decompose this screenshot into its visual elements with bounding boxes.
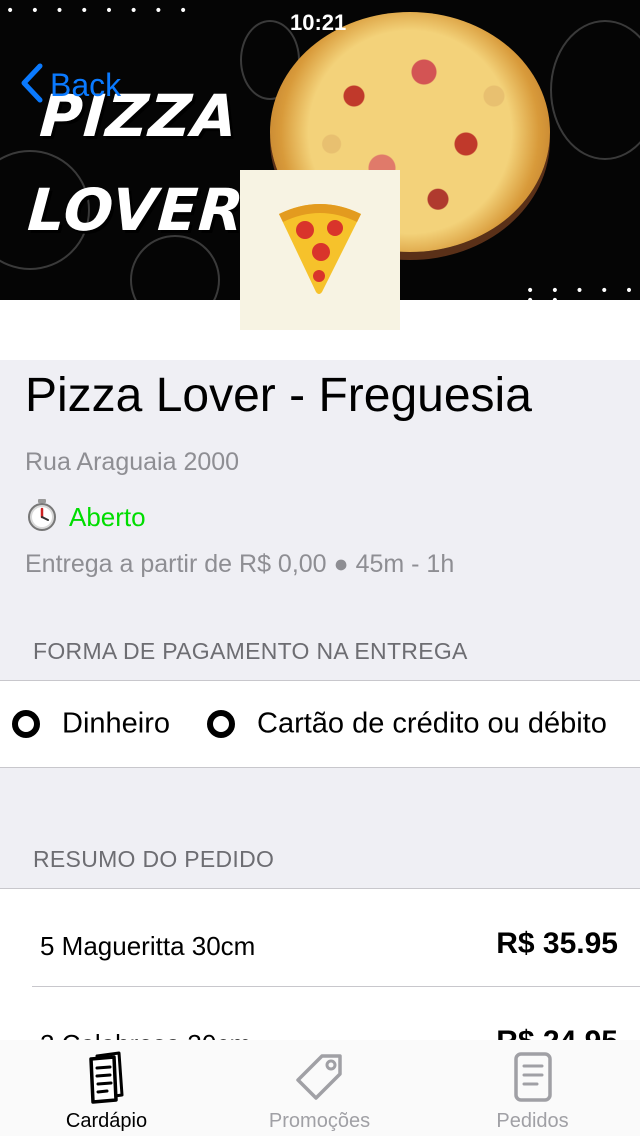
tab-label: Cardápio [65,1110,148,1132]
chevron-left-icon [18,62,44,108]
order-item-price: R$ 35.95 [496,927,618,960]
banner-doodle [550,20,640,160]
store-address: Rua Araguaia 2000 [25,448,240,476]
status-bar-time: 10:21 [290,10,347,35]
back-button[interactable]: Back [18,62,121,108]
order-list: 5 Magueritta 30cm R$ 35.95 2 Calabresa 3… [0,888,640,1048]
banner-dots: • • • • • • • [526,283,640,300]
tab-label: Pedidos [496,1110,569,1132]
payment-option-card-label[interactable]: Cartão de crédito ou débito [257,708,607,741]
delivery-info: Entrega a partir de R$ 0,00 ● 45m - 1h [25,550,455,578]
order-item-name: 5 Magueritta 30cm [40,931,256,961]
order-summary-band: RESUMO DO PEDIDO [0,768,640,888]
tab-bar: Cardápio Promoções Pedidos [0,1040,640,1136]
store-name: Pizza Lover - Freguesia [25,369,532,422]
radio-cash[interactable] [12,710,40,738]
back-label: Back [50,66,122,103]
store-info-section: Pizza Lover - Freguesia Rua Araguaia 200… [0,360,640,680]
radio-card[interactable] [207,710,235,738]
banner-dots: • • • • • • • • [6,3,194,19]
store-status: Aberto [25,498,146,536]
tab-cardapio[interactable]: Cardápio [0,1040,213,1136]
tab-label: Promoções [268,1110,371,1132]
tab-promocoes[interactable]: Promoções [213,1040,426,1136]
payment-option-cash-label[interactable]: Dinheiro [62,708,170,741]
pizza-slice-icon [275,200,365,300]
order-section-header: RESUMO DO PEDIDO [33,846,275,872]
payment-section-header: FORMA DE PAGAMENTO NA ENTREGA [33,638,468,664]
payment-options: Dinheiro Cartão de crédito ou débito [0,680,640,768]
stopwatch-icon [25,498,59,536]
order-item[interactable]: 5 Magueritta 30cm R$ 35.95 [0,889,640,987]
banner-doodle [130,235,220,300]
order-item[interactable]: 2 Calabresa 30cm R$ 24.95 [0,987,640,1048]
tab-pedidos[interactable]: Pedidos [426,1040,639,1136]
store-status-text: Aberto [69,501,146,532]
brand-title-line2: LOVER [25,176,247,244]
store-logo [240,170,400,330]
